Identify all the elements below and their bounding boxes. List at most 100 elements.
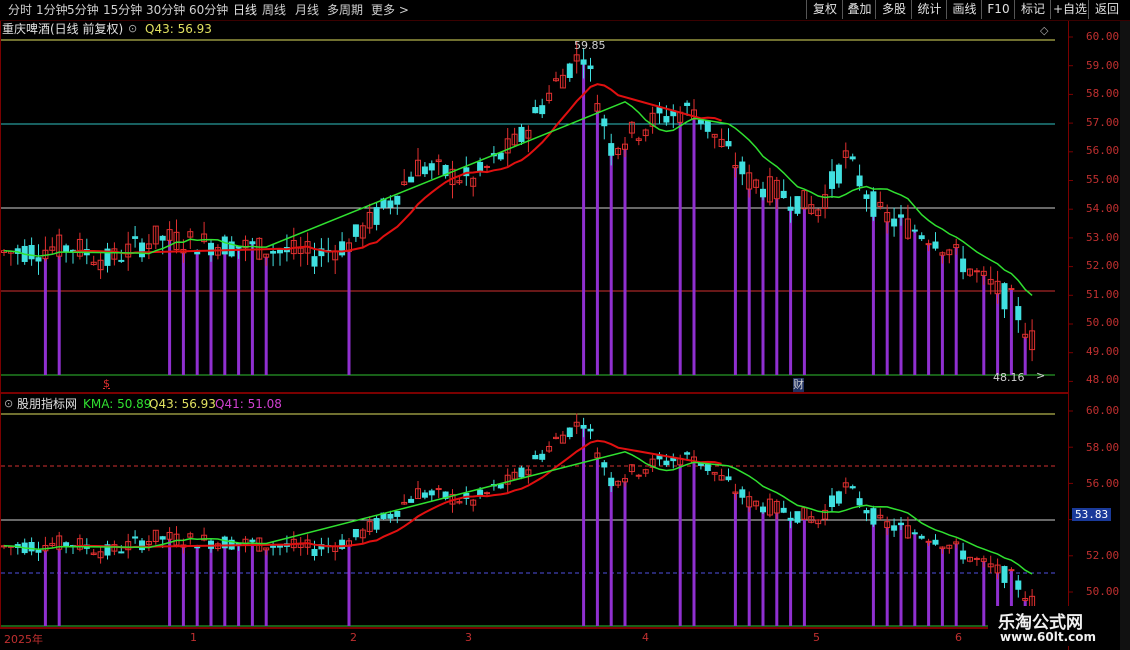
volume-bar	[168, 539, 172, 626]
candle-body	[960, 258, 967, 273]
candle-body	[863, 194, 870, 199]
period-tab-fenshi[interactable]: 分时	[8, 2, 32, 18]
candle-body	[760, 506, 766, 513]
main-q43-value: Q43: 56.93	[145, 22, 212, 36]
back-button[interactable]: 返回	[1088, 0, 1125, 19]
adjust-button[interactable]: 复权	[806, 0, 843, 19]
candle-body	[787, 206, 794, 211]
candle-body	[856, 175, 863, 187]
volume-bar	[678, 122, 682, 375]
period-tab-60min[interactable]: 60分钟	[189, 2, 228, 18]
multi-stock-button[interactable]: 多股	[875, 0, 912, 19]
period-tab-multi[interactable]: 多周期	[327, 2, 363, 18]
volume-bar	[913, 230, 917, 375]
candle-body	[63, 542, 70, 547]
candle-body	[118, 259, 125, 262]
stats-button[interactable]: 统计	[911, 0, 947, 19]
candle-body	[35, 257, 42, 262]
arrow-right-icon[interactable]: >	[1036, 369, 1045, 383]
candle-body	[35, 549, 42, 553]
low-price-label: 48.16	[993, 371, 1025, 384]
volume-bar	[940, 548, 944, 626]
period-tab-monthly[interactable]: 月线	[295, 2, 319, 18]
volume-bar	[168, 240, 172, 375]
volume-bar	[347, 546, 351, 626]
candle-body	[697, 119, 704, 124]
candle-body	[794, 511, 801, 523]
candle-body	[139, 540, 145, 551]
finance-marker[interactable]: 财	[793, 378, 804, 392]
current-value-tag: 53.83	[1072, 508, 1112, 521]
candle-body	[132, 236, 139, 239]
period-tab-daily[interactable]: 日线	[233, 2, 257, 18]
volume-bar	[623, 481, 627, 626]
candle-body	[1001, 283, 1008, 310]
period-tab-weekly[interactable]: 周线	[262, 2, 286, 18]
period-toolbar: 分时 1分钟 5分钟 15分钟 30分钟 60分钟 日线 周线 月线 多周期 更…	[0, 0, 1130, 21]
volume-bar	[181, 252, 185, 375]
volume-bar	[885, 221, 889, 375]
period-tab-5min[interactable]: 5分钟	[67, 2, 99, 18]
volume-bar	[899, 217, 903, 375]
candle-body	[863, 510, 870, 514]
candle-body	[663, 460, 670, 466]
date-label: 2	[350, 631, 357, 644]
candle-body	[960, 550, 967, 560]
settings-icon[interactable]: ⊙	[4, 397, 13, 411]
candle-body	[270, 251, 277, 254]
candle-body	[497, 152, 504, 160]
volume-bar	[940, 255, 944, 375]
period-tab-more[interactable]: 更多 >	[371, 2, 409, 18]
date-label: 1	[190, 631, 197, 644]
price-tick: 56.00	[1086, 477, 1120, 490]
volume-bar	[623, 149, 627, 375]
candle-body	[139, 242, 145, 258]
volume-bar	[871, 524, 875, 626]
volume-bar	[57, 256, 61, 375]
price-tick: 58.00	[1086, 441, 1120, 454]
candle-body	[408, 176, 415, 183]
chevron-down-icon[interactable]: ⊙	[128, 22, 137, 36]
candle-body	[159, 235, 166, 241]
volume-bar	[692, 462, 696, 626]
candle-body	[339, 241, 346, 256]
volume-bar	[913, 533, 917, 626]
candle-body	[587, 65, 594, 70]
price-tick: 49.00	[1086, 345, 1120, 358]
kline-chart[interactable]	[0, 0, 1130, 650]
add-watchlist-button[interactable]: +自选	[1050, 0, 1089, 19]
dividend-marker[interactable]: $	[103, 377, 110, 391]
date-label: 4	[642, 631, 649, 644]
price-tick: 59.00	[1086, 59, 1120, 72]
volume-bar	[595, 111, 599, 375]
candle-body	[539, 105, 546, 115]
candle-body	[566, 63, 573, 78]
candle-body	[918, 235, 925, 240]
price-tick: 57.00	[1086, 116, 1120, 129]
overlay-button[interactable]: 叠加	[842, 0, 876, 19]
draw-button[interactable]: 画线	[946, 0, 982, 19]
candle-body	[421, 492, 428, 498]
period-tab-15min[interactable]: 15分钟	[103, 2, 142, 18]
period-tab-30min[interactable]: 30分钟	[146, 2, 185, 18]
ma-line-green	[3, 100, 1033, 296]
volume-bar	[237, 248, 241, 375]
period-tab-1min[interactable]: 1分钟	[36, 2, 68, 18]
diamond-icon[interactable]: ◇	[1040, 24, 1048, 38]
volume-bar	[347, 251, 351, 375]
f10-button[interactable]: F10	[981, 0, 1015, 19]
price-tick: 60.00	[1086, 404, 1120, 417]
volume-bar	[223, 547, 227, 626]
date-label: 2025年	[4, 633, 43, 646]
price-tick: 60.00	[1086, 30, 1120, 43]
candle-body	[932, 241, 939, 249]
candle-body	[898, 522, 904, 526]
candle-body	[601, 118, 608, 127]
candle-body	[159, 536, 166, 540]
volume-bar	[927, 244, 931, 375]
candle-body	[1001, 566, 1008, 583]
mark-button[interactable]: 标记	[1014, 0, 1051, 19]
watermark-url: www.60lt.com	[1000, 630, 1097, 644]
candle-body	[566, 427, 573, 438]
candle-body	[421, 166, 428, 175]
